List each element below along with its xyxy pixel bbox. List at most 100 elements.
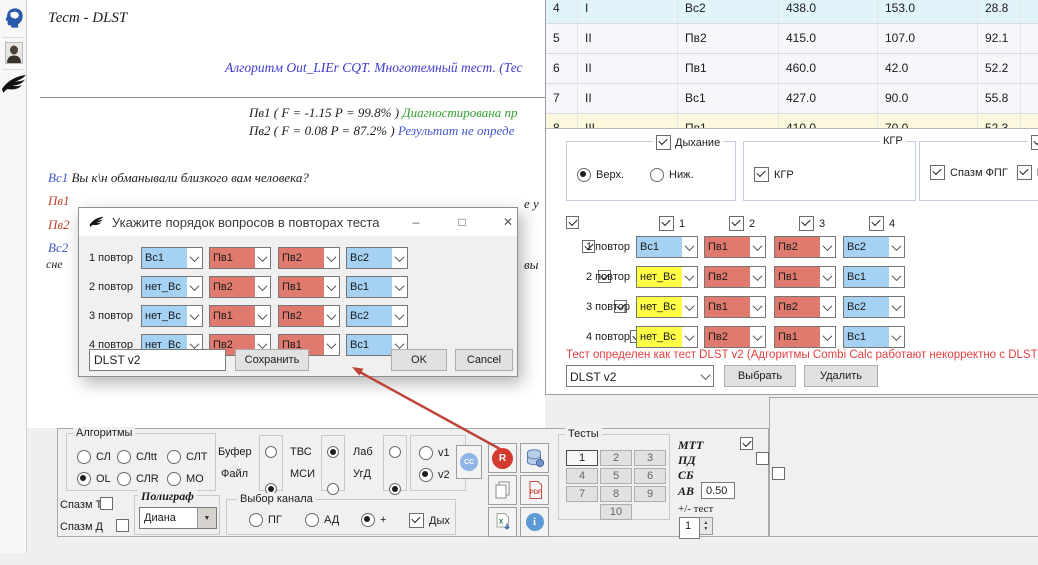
channel-plus-option[interactable]: + [361,513,386,527]
channel-breath-option[interactable]: Дых [409,513,450,528]
stepper-arrows[interactable]: ▲▼ [700,517,713,535]
test-button-4[interactable]: 4 [566,468,598,484]
v1-option[interactable]: v1 [419,446,450,460]
sltt-radio[interactable] [117,450,131,464]
col-check-3[interactable]: 3 [799,216,825,231]
fpg-spasm-checkbox[interactable] [930,165,945,180]
v2-option[interactable]: v2 [419,468,450,482]
info-button[interactable]: i [520,507,549,537]
repeat2-combo4[interactable]: Вс1 [843,266,905,288]
algo-sltt-option[interactable]: СЛtt [117,450,157,464]
cancel-button[interactable]: Cancel [455,349,513,371]
test-button-2[interactable]: 2 [600,450,632,466]
dlg-repeat2-combo2[interactable]: Пв2 [209,276,271,298]
ugd-radio[interactable] [389,483,401,495]
fpg-spasm-option[interactable]: Спазм ФПГ По [930,165,1038,180]
dlg-repeat3-combo1[interactable]: нет_Вс [141,305,203,327]
slt-radio[interactable] [167,450,181,464]
repeat1-combo4[interactable]: Вс2 [843,236,905,258]
examiner-photo-icon[interactable] [5,42,23,64]
plus-radio[interactable] [361,513,375,527]
repeat1-combo1[interactable]: Вс1 [636,236,698,258]
test-button-5[interactable]: 5 [600,468,632,484]
dlg-repeat2-combo1[interactable]: нет_Вс [141,276,203,298]
test-button-3[interactable]: 3 [634,450,666,466]
msi-radio[interactable] [327,483,339,495]
dlg-repeat1-combo4[interactable]: Вс2 [346,247,408,269]
repeat1-combo3[interactable]: Пв2 [774,236,836,258]
table-row[interactable]: 6 II Пв1 460.0 42.0 52.2 [546,54,1038,84]
col-check-4[interactable]: 4 [869,216,895,231]
kgr-checkbox[interactable] [754,167,769,182]
dlg-repeat1-combo3[interactable]: Пв2 [278,247,340,269]
dlg-repeat3-combo4[interactable]: Вс2 [346,305,408,327]
mtt-checkbox[interactable] [740,437,753,450]
dialog-titlebar[interactable]: Укажите порядок вопросов в повторах тест… [79,208,517,236]
fpg-po-checkbox[interactable] [1017,165,1032,180]
lower-radio[interactable] [650,168,664,182]
repeat2-combo1[interactable]: нет_Вс [636,266,698,288]
algo-slt-option[interactable]: СЛТ [167,450,208,464]
eagle-icon[interactable] [1,74,27,96]
cc-button[interactable]: CC [456,445,482,479]
minimize-icon[interactable]: – [401,211,431,233]
delete-test-button[interactable]: Удалить [804,365,878,387]
choose-test-button[interactable]: Выбрать [724,365,796,387]
v1-radio[interactable] [419,446,433,460]
col-check-2[interactable]: 2 [729,216,755,231]
measurements-table[interactable]: 4 I Вс2 438.0 153.0 28.8 5 II Пв2 415.0 … [546,0,1038,129]
test-number-stepper[interactable]: 1 ▲▼ [679,517,713,535]
save-button[interactable]: Сохранить [235,349,309,371]
algo-sl-option[interactable]: СЛ [77,450,111,464]
breath-checkbox[interactable] [656,135,671,150]
maximize-icon[interactable]: □ [447,211,477,233]
col1-checkbox[interactable] [659,216,674,231]
repeat1-combo2[interactable]: Пв1 [704,236,766,258]
test-select-combo[interactable]: DLST v2 [566,365,714,387]
dlg-repeat1-combo1[interactable]: Вс1 [141,247,203,269]
sb-checkbox[interactable] [772,467,785,480]
test-button-8[interactable]: 8 [600,486,632,502]
dlg-repeat3-combo3[interactable]: Пв2 [278,305,340,327]
mo-radio[interactable] [167,472,181,486]
breath-dyh-checkbox[interactable] [409,513,424,528]
database-button[interactable] [520,443,549,473]
buffer-radio[interactable] [265,446,277,458]
table-row[interactable]: 5 II Пв2 415.0 107.0 92.1 [546,24,1038,54]
upper-radio[interactable] [577,168,591,182]
table-row[interactable]: 7 II Вс1 427.0 90.0 55.8 [546,84,1038,114]
repeat4-combo2[interactable]: Пв2 [704,326,766,348]
pd-checkbox[interactable] [756,452,769,465]
test-button-6[interactable]: 6 [634,468,666,484]
channel-pg-option[interactable]: ПГ [249,513,282,527]
col3-checkbox[interactable] [799,216,814,231]
polygraph-select[interactable]: Диана ▼ [139,507,217,529]
test-button-9[interactable]: 9 [634,486,666,502]
test-button-7[interactable]: 7 [566,486,598,502]
close-icon[interactable]: ✕ [493,211,523,233]
dlg-repeat2-combo3[interactable]: Пв1 [278,276,340,298]
ok-button[interactable]: OK [391,349,447,371]
slr-radio[interactable] [117,472,131,486]
pg-radio[interactable] [249,513,263,527]
sl-radio[interactable] [77,450,91,464]
fpg-title-checkbox[interactable] [1031,135,1038,150]
repeat4-combo3[interactable]: Пв1 [774,326,836,348]
spazm-d-checkbox[interactable] [116,519,129,532]
repeat2-combo3[interactable]: Пв1 [774,266,836,288]
col4-checkbox[interactable] [869,216,884,231]
test-name-input[interactable]: DLST v2 [89,349,226,371]
spazm-t-checkbox[interactable] [100,497,113,510]
select-all-checkbox[interactable] [566,216,579,229]
breath-lower-option[interactable]: Ниж. [650,168,694,182]
repeat4-combo1[interactable]: нет_Вс [636,326,698,348]
tvs-radio[interactable] [327,446,339,458]
repeat2-combo2[interactable]: Пв2 [704,266,766,288]
ad-radio[interactable] [305,513,319,527]
test-button-10[interactable]: 10 [600,504,632,520]
table-row[interactable]: 4 I Вс2 438.0 153.0 28.8 [546,0,1038,24]
v2-radio[interactable] [419,468,433,482]
dlg-repeat3-combo2[interactable]: Пв1 [209,305,271,327]
col-check-1[interactable]: 1 [659,216,685,231]
test-button-1[interactable]: 1 [566,450,598,466]
